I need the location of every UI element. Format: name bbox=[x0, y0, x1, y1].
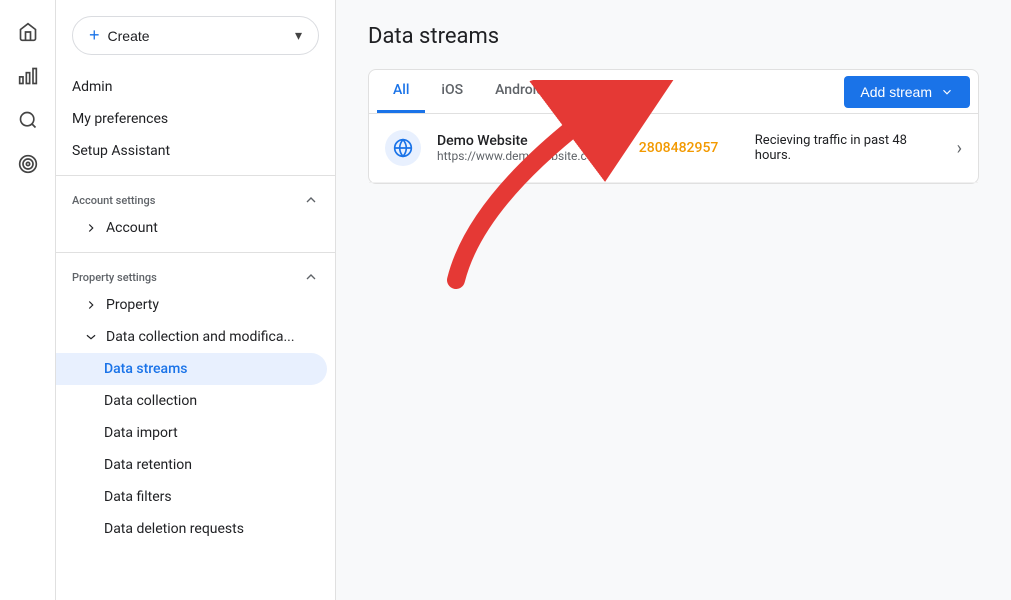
tab-android[interactable]: Android bbox=[479, 70, 560, 113]
icon-nav bbox=[0, 0, 56, 600]
preferences-label: My preferences bbox=[72, 111, 168, 127]
stream-info: Demo Website https://www.demowebsite.c bbox=[437, 133, 623, 163]
property-label: Property bbox=[106, 297, 159, 313]
stream-url: https://www.demowebsite.c bbox=[437, 149, 623, 163]
main-content: Data streams All iOS Android Web Add str… bbox=[336, 0, 1011, 600]
sidebar: + Create ▾ Admin My preferences Setup As… bbox=[56, 0, 336, 600]
chevron-down-icon: ▾ bbox=[295, 27, 302, 44]
sidebar-item-setup[interactable]: Setup Assistant bbox=[56, 135, 335, 167]
sidebar-item-preferences[interactable]: My preferences bbox=[56, 103, 335, 135]
create-button[interactable]: + Create ▾ bbox=[72, 16, 319, 55]
stream-status: Recieving traffic in past 48 hours. bbox=[755, 133, 941, 163]
stream-chevron-icon: › bbox=[957, 138, 962, 159]
tab-web[interactable]: Web bbox=[560, 70, 619, 113]
stream-id: 2808482957 bbox=[639, 140, 739, 156]
stream-name: Demo Website bbox=[437, 133, 623, 149]
sidebar-item-account[interactable]: Account bbox=[56, 212, 335, 244]
bar-chart-icon[interactable] bbox=[8, 56, 48, 96]
account-settings-header[interactable]: Account settings bbox=[56, 184, 335, 212]
home-icon[interactable] bbox=[8, 12, 48, 52]
setup-label: Setup Assistant bbox=[72, 143, 170, 159]
divider-1 bbox=[56, 175, 335, 176]
target-icon[interactable] bbox=[8, 144, 48, 184]
data-collection-label: Data collection and modifica... bbox=[106, 329, 295, 345]
tabs-container: All iOS Android Web Add stream bbox=[368, 69, 979, 114]
admin-label: Admin bbox=[72, 79, 112, 95]
sidebar-item-data-deletion[interactable]: Data deletion requests bbox=[56, 513, 335, 545]
sidebar-item-admin[interactable]: Admin bbox=[56, 71, 335, 103]
property-settings-header[interactable]: Property settings bbox=[56, 261, 335, 289]
property-settings-label: Property settings bbox=[72, 271, 157, 284]
sidebar-item-data-import[interactable]: Data import bbox=[56, 417, 335, 449]
add-stream-button[interactable]: Add stream bbox=[844, 76, 970, 108]
create-label: Create bbox=[108, 28, 150, 44]
sidebar-item-data-filters[interactable]: Data filters bbox=[56, 481, 335, 513]
sidebar-item-data-retention[interactable]: Data retention bbox=[56, 449, 335, 481]
tab-ios[interactable]: iOS bbox=[425, 70, 479, 113]
sidebar-item-data-collection[interactable]: Data collection and modifica... bbox=[56, 321, 335, 353]
stream-list: Demo Website https://www.demowebsite.c 2… bbox=[368, 114, 979, 184]
sidebar-item-property[interactable]: Property bbox=[56, 289, 335, 321]
divider-2 bbox=[56, 252, 335, 253]
sidebar-item-data-streams[interactable]: Data streams bbox=[56, 353, 327, 385]
stream-item[interactable]: Demo Website https://www.demowebsite.c 2… bbox=[369, 114, 978, 183]
page-title: Data streams bbox=[368, 24, 979, 49]
explore-icon[interactable] bbox=[8, 100, 48, 140]
tab-all[interactable]: All bbox=[377, 70, 425, 113]
stream-globe-icon bbox=[385, 130, 421, 166]
sidebar-item-data-collection-sub[interactable]: Data collection bbox=[56, 385, 335, 417]
account-settings-label: Account settings bbox=[72, 194, 155, 207]
plus-icon: + bbox=[89, 25, 100, 46]
account-label: Account bbox=[106, 220, 158, 236]
